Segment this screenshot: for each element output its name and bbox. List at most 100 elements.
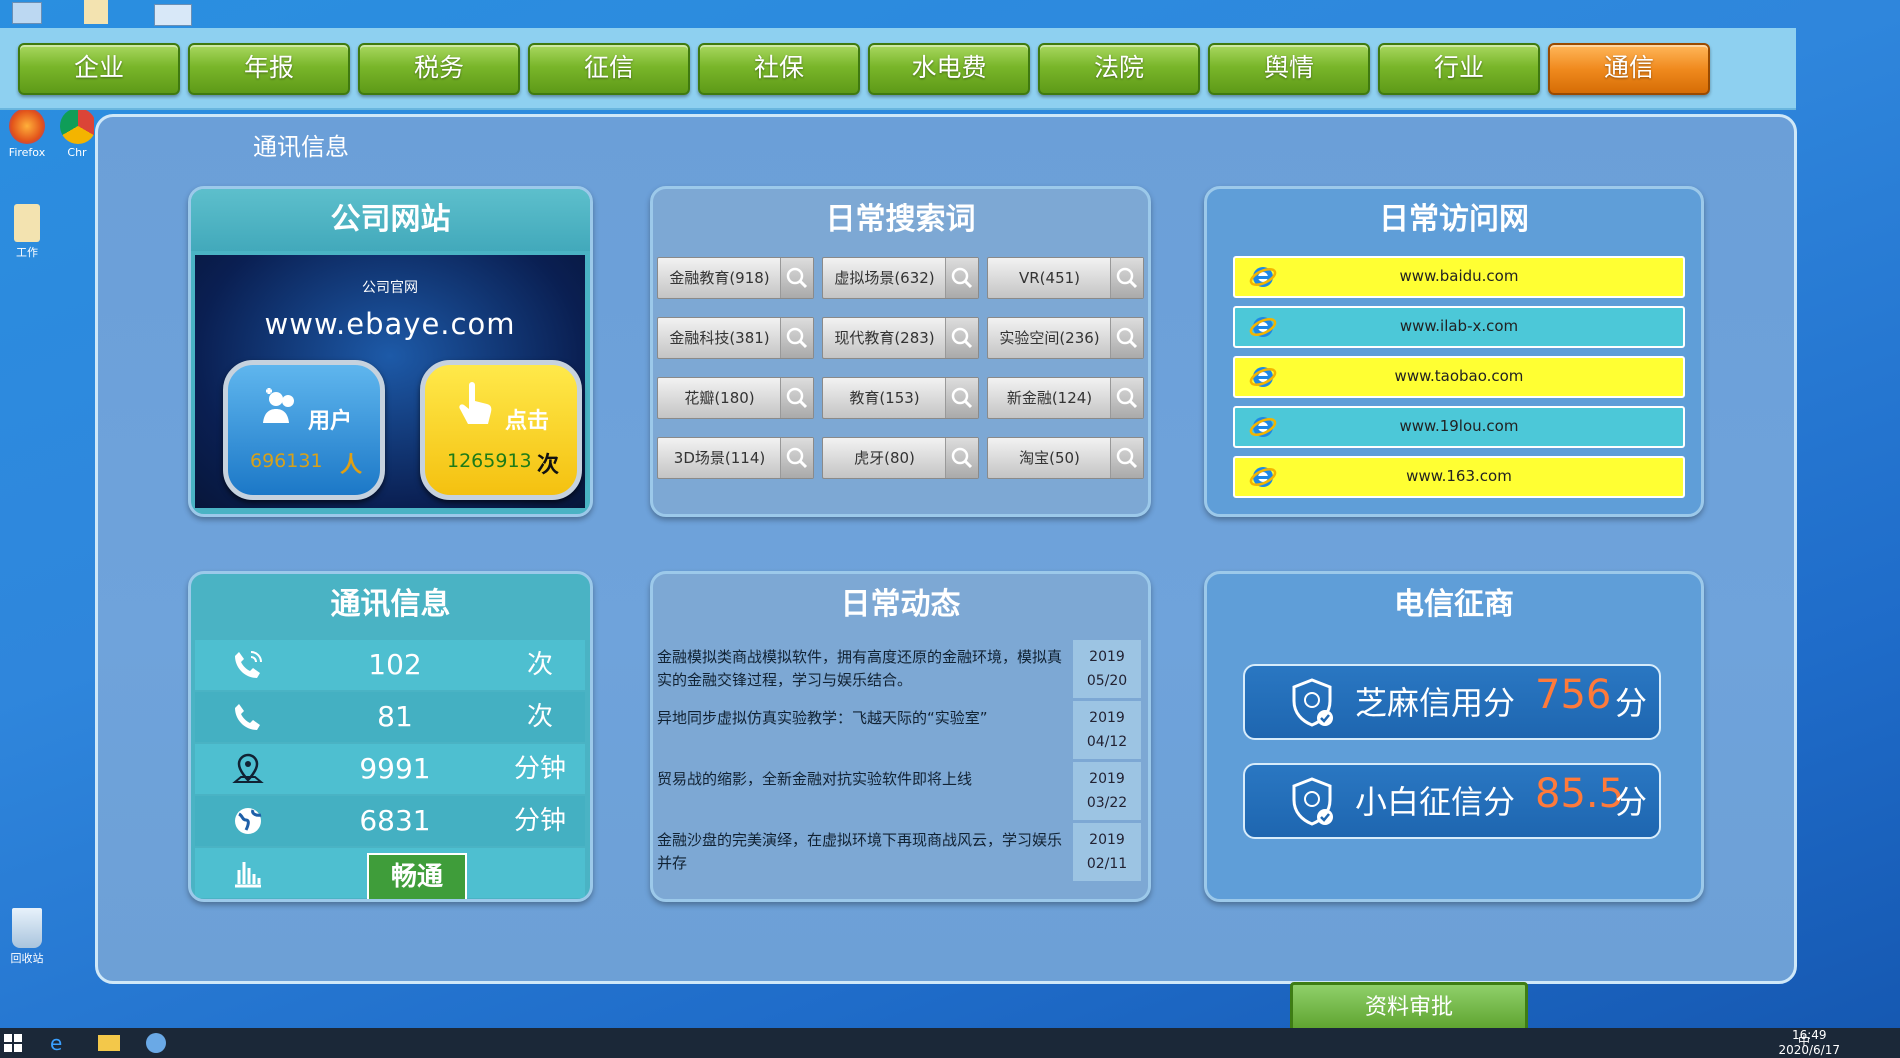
clicks-unit: 次: [537, 453, 560, 478]
page-title: 通讯信息: [253, 133, 349, 161]
search-keyword-button[interactable]: VR(451): [987, 257, 1144, 299]
recycle-bin-icon: [12, 908, 42, 948]
tab-telecom[interactable]: 通信: [1548, 43, 1710, 95]
status-badge: 畅通: [367, 853, 467, 899]
keyword-label: VR(451): [1018, 269, 1081, 287]
globe-icon: [235, 808, 262, 834]
search-words-card: 日常搜索词 金融教育(918) 虚拟场景(632) VR(451) 金融科技(381)…: [650, 186, 1151, 517]
search-keyword-button[interactable]: 虚拟场景(632): [822, 257, 979, 299]
tab-tax[interactable]: 税务: [358, 43, 520, 95]
tab-annual-report[interactable]: 年报: [188, 43, 350, 95]
site-url: www.163.com: [1406, 467, 1512, 485]
comm-value: 81: [377, 700, 413, 733]
credit-score-sesame: 芝麻信用分 756 分: [1243, 664, 1661, 740]
clicks-button[interactable]: 点击 1265913 次: [420, 360, 582, 500]
search-keyword-button[interactable]: 教育(153): [822, 377, 979, 419]
news-year: 2019: [1089, 710, 1125, 726]
search-keyword-button[interactable]: 3D场景(114): [657, 437, 814, 479]
search-keyword-button[interactable]: 新金融(124): [987, 377, 1144, 419]
news-item[interactable]: 异地同步虚拟仿真实验教学：飞越天际的“实验室” 2019 04/12: [657, 701, 1141, 759]
tab-court[interactable]: 法院: [1038, 43, 1200, 95]
search-icon: [1110, 318, 1143, 358]
comm-row-incoming: 102 次: [195, 640, 585, 690]
search-keyword-button[interactable]: 金融教育(918): [657, 257, 814, 299]
keyword-label: 淘宝(50): [1019, 449, 1080, 467]
visited-site-link[interactable]: www.baidu.com: [1233, 256, 1685, 298]
keyword-label: 花瓣(180): [684, 389, 755, 407]
tab-social-security[interactable]: 社保: [698, 43, 860, 95]
search-keyword-button[interactable]: 淘宝(50): [987, 437, 1144, 479]
tab-enterprise[interactable]: 企业: [18, 43, 180, 95]
clock-date: 2020/6/17: [1778, 1043, 1840, 1057]
website-url[interactable]: www.ebaye.com: [195, 307, 585, 341]
visited-site-link[interactable]: www.taobao.com: [1233, 356, 1685, 398]
tab-credit[interactable]: 征信: [528, 43, 690, 95]
visited-sites-card: 日常访问网 www.baidu.com www.ilab-x.com www.tao…: [1204, 186, 1704, 517]
credit-label: 小白征信分: [1355, 783, 1516, 821]
news-text: 贸易战的缩影，全新金融对抗实验软件即将上线: [657, 770, 973, 788]
news-date: 2019 04/12: [1073, 701, 1141, 759]
news-text: 金融模拟类商战模拟软件，拥有高度还原的金融环境，模拟真实的金融交锋过程，学习与娱…: [657, 648, 1063, 689]
site-url: www.baidu.com: [1399, 267, 1519, 285]
desktop-icon-label: Firefox: [8, 146, 46, 159]
users-icon: [263, 388, 294, 423]
site-url: www.ilab-x.com: [1399, 317, 1519, 335]
news-month-day: 02/11: [1086, 856, 1128, 872]
users-unit: 人: [340, 453, 363, 478]
signal-bars-icon: [235, 862, 261, 888]
search-icon: [945, 258, 978, 298]
search-icon: [945, 378, 978, 418]
credit-label: 芝麻信用分: [1355, 684, 1516, 722]
edge-icon[interactable]: e: [50, 1033, 70, 1053]
firefox-icon: [9, 108, 45, 144]
news-date: 2019 03/22: [1073, 762, 1141, 820]
news-text: 异地同步虚拟仿真实验教学：飞越天际的“实验室”: [657, 709, 988, 727]
tab-utilities[interactable]: 水电费: [868, 43, 1030, 95]
search-keyword-button[interactable]: 现代教育(283): [822, 317, 979, 359]
users-count: 696131: [250, 450, 323, 472]
top-navigation: 企业 年报 税务 征信 社保 水电费 法院 舆情 行业 通信: [0, 28, 1796, 110]
comm-row-long-distance: 6831 分钟: [195, 796, 585, 846]
tab-public-opinion[interactable]: 舆情: [1208, 43, 1370, 95]
visited-site-link[interactable]: www.ilab-x.com: [1233, 306, 1685, 348]
network-icon[interactable]: [146, 1033, 166, 1053]
tab-industry[interactable]: 行业: [1378, 43, 1540, 95]
folder-icon: [14, 204, 40, 242]
search-keyword-button[interactable]: 实验空间(236): [987, 317, 1144, 359]
news-item[interactable]: 金融沙盘的完美演绎，在虚拟环境下再现商战风云，学习娱乐并存 2019 02/11: [657, 823, 1141, 881]
news-item[interactable]: 金融模拟类商战模拟软件，拥有高度还原的金融环境，模拟真实的金融交锋过程，学习与娱…: [657, 640, 1141, 698]
start-button[interactable]: [4, 1034, 22, 1052]
credit-score-xiaobai: 小白征信分 85.5 分: [1243, 763, 1661, 839]
visited-site-link[interactable]: www.163.com: [1233, 456, 1685, 498]
search-icon: [1110, 438, 1143, 478]
search-icon: [945, 318, 978, 358]
shield-check-icon: [1292, 678, 1333, 727]
card-title: 通讯信息: [330, 587, 451, 622]
phone-call-icon: [235, 651, 262, 678]
search-keyword-button[interactable]: 金融科技(381): [657, 317, 814, 359]
users-button[interactable]: 用户 696131 人: [223, 360, 385, 500]
desktop-icon-chrome[interactable]: Chr: [60, 108, 94, 159]
keyword-label: 金融科技(381): [669, 329, 770, 347]
site-url: www.taobao.com: [1394, 367, 1524, 385]
file-explorer-icon[interactable]: [98, 1035, 120, 1051]
card-title: 日常搜索词: [825, 202, 976, 237]
keyword-label: 虚拟场景(632): [834, 269, 935, 287]
comm-value: 6831: [359, 804, 431, 837]
desktop-icon-work[interactable]: 工作: [0, 204, 54, 260]
keyword-label: 实验空间(236): [999, 329, 1100, 347]
site-url: www.19lou.com: [1399, 417, 1519, 435]
clicks-count: 1265913: [447, 450, 532, 472]
visited-site-link[interactable]: www.19lou.com: [1233, 406, 1685, 448]
search-keyword-button[interactable]: 虎牙(80): [822, 437, 979, 479]
desktop-icon-label: Chr: [67, 146, 87, 159]
news-item[interactable]: 贸易战的缩影，全新金融对抗实验软件即将上线 2019 03/22: [657, 762, 1141, 820]
search-icon: [780, 438, 813, 478]
search-keyword-button[interactable]: 花瓣(180): [657, 377, 814, 419]
computer-icon: [12, 2, 42, 24]
desktop-icon-firefox[interactable]: Firefox: [0, 108, 54, 159]
news-date: 2019 02/11: [1073, 823, 1141, 881]
clicks-label: 点击: [505, 409, 550, 434]
desktop-icon-recycle-bin[interactable]: 回收站: [0, 908, 54, 966]
clock[interactable]: 16:49 2020/6/17: [1778, 1028, 1840, 1058]
